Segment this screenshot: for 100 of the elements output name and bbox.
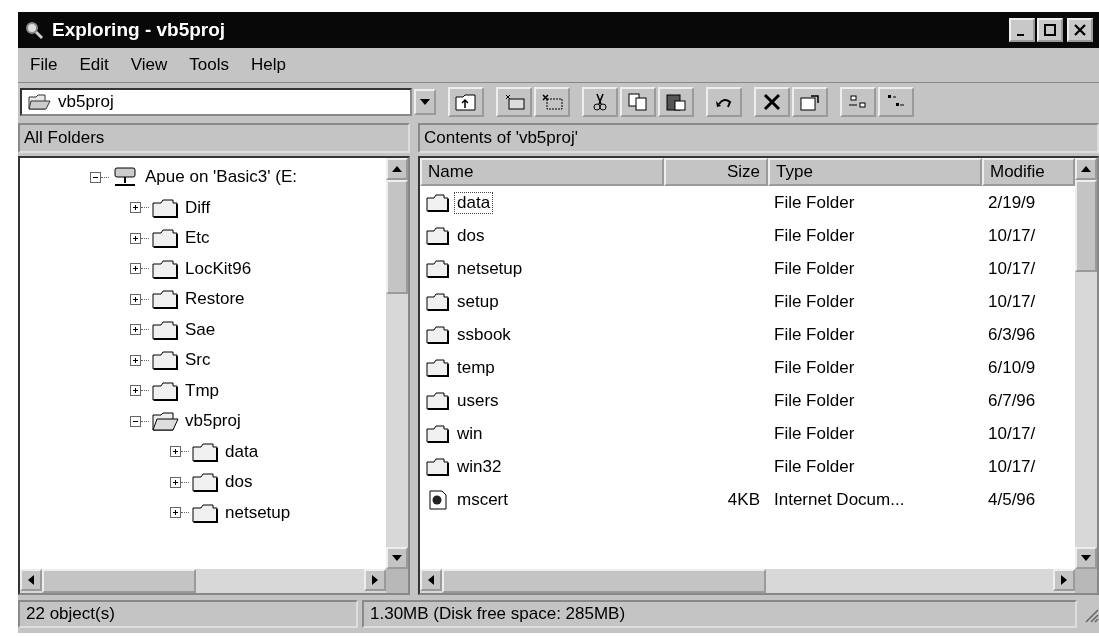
map-drive-button[interactable] — [496, 87, 532, 117]
expander-icon[interactable] — [130, 293, 141, 305]
menu-item[interactable]: File — [30, 55, 58, 75]
scroll-thumb[interactable] — [386, 180, 408, 294]
file-date: 10/17/ — [988, 225, 1036, 246]
dropdown-button[interactable] — [414, 89, 436, 115]
column-header[interactable]: Size — [664, 158, 768, 186]
close-button[interactable] — [1067, 18, 1093, 42]
expander-icon[interactable] — [130, 324, 141, 336]
menu-item[interactable]: Help — [250, 55, 286, 75]
file-name[interactable]: users — [454, 389, 502, 412]
expander-icon[interactable] — [130, 202, 141, 214]
large-icons-button[interactable] — [840, 87, 876, 117]
folder-icon — [28, 93, 52, 111]
small-icons-button[interactable] — [878, 87, 914, 117]
expander-icon[interactable] — [170, 446, 181, 458]
file-name[interactable]: win — [454, 422, 486, 445]
file-type: File Folder — [774, 291, 855, 312]
file-date: 4/5/96 — [988, 489, 1036, 510]
column-header[interactable]: Name — [420, 158, 664, 186]
scroll-down-button[interactable] — [1075, 547, 1097, 569]
scroll-left-button[interactable] — [20, 569, 42, 591]
file-name[interactable]: dos — [454, 224, 488, 247]
file-name[interactable]: win32 — [454, 455, 505, 478]
properties-button[interactable] — [792, 87, 828, 117]
folder-icon — [426, 192, 450, 213]
file-date: 6/7/96 — [988, 390, 1036, 411]
column-header[interactable]: Type — [768, 158, 982, 186]
window-title: Exploring - vb5proj — [52, 19, 226, 41]
address-combo[interactable]: vb5proj — [20, 88, 412, 116]
clipboard-icon — [666, 93, 686, 111]
expander-icon[interactable] — [130, 263, 141, 275]
scroll-down-button[interactable] — [386, 547, 408, 569]
tree-item[interactable]: dos — [225, 472, 253, 493]
scroll-right-button[interactable] — [1053, 569, 1075, 591]
file-name[interactable]: ssbook — [454, 323, 514, 346]
paste-button[interactable] — [658, 87, 694, 117]
expander-icon[interactable] — [130, 232, 141, 244]
tree-item[interactable]: Diff — [185, 197, 211, 218]
scroll-up-button[interactable] — [1075, 158, 1097, 180]
tree-item[interactable]: vb5proj — [185, 411, 241, 432]
vertical-scrollbar[interactable] — [386, 158, 408, 569]
expander-icon[interactable] — [130, 385, 141, 397]
file-name[interactable]: data — [454, 191, 494, 214]
expander-icon[interactable] — [130, 415, 141, 427]
vertical-scrollbar[interactable] — [1075, 158, 1097, 569]
left-arrow-icon — [28, 575, 34, 585]
file-name[interactable]: mscert — [454, 488, 511, 511]
horizontal-scrollbar[interactable] — [20, 569, 386, 593]
tree-item[interactable]: netsetup — [225, 502, 291, 523]
tree-item[interactable]: LocKit96 — [185, 258, 252, 279]
folder-icon — [151, 196, 179, 219]
file-type: Internet Docum... — [774, 489, 905, 510]
disconnect-drive-button[interactable] — [534, 87, 570, 117]
file-date: 6/3/96 — [988, 324, 1036, 345]
file-type: File Folder — [774, 324, 855, 345]
folder-icon — [426, 423, 450, 444]
tree-item[interactable]: Restore — [185, 289, 245, 310]
delete-icon — [762, 93, 782, 111]
tree-item[interactable]: Src — [185, 350, 211, 371]
status-panel: 1.30MB (Disk free space: 285MB) — [362, 600, 1077, 628]
folder-icon — [191, 440, 219, 463]
scroll-right-button[interactable] — [364, 569, 386, 591]
delete-button[interactable] — [754, 87, 790, 117]
scroll-left-button[interactable] — [420, 569, 442, 591]
tree-item[interactable]: data — [225, 441, 259, 462]
scroll-up-button[interactable] — [386, 158, 408, 180]
menu-item[interactable]: View — [130, 55, 168, 75]
column-header[interactable]: Modifie — [982, 158, 1075, 186]
tree-item[interactable]: Sae — [185, 319, 216, 340]
file-name[interactable]: temp — [454, 356, 498, 379]
minimize-button[interactable] — [1009, 18, 1035, 42]
scroll-thumb[interactable] — [1075, 180, 1097, 272]
scroll-thumb[interactable] — [442, 569, 766, 593]
folder-icon — [426, 225, 450, 246]
down-arrow-icon — [1081, 555, 1091, 561]
expander-icon[interactable] — [170, 507, 181, 519]
tree-item[interactable]: Apue on 'Basic3' (E: — [145, 167, 298, 188]
magnifier-icon — [24, 20, 44, 40]
scroll-thumb[interactable] — [42, 569, 196, 593]
expander-icon[interactable] — [170, 476, 181, 488]
horizontal-scrollbar[interactable] — [420, 569, 1075, 593]
menu-item[interactable]: Edit — [79, 55, 109, 75]
expander-icon[interactable] — [90, 171, 101, 183]
cut-button[interactable] — [582, 87, 618, 117]
file-name[interactable]: setup — [454, 290, 502, 313]
expander-icon[interactable] — [130, 354, 141, 366]
folder-icon — [426, 291, 450, 312]
drive-icon — [503, 93, 525, 111]
file-size: 4KB — [727, 489, 760, 510]
file-type: File Folder — [774, 456, 855, 477]
file-name[interactable]: netsetup — [454, 257, 526, 280]
undo-button[interactable] — [706, 87, 742, 117]
tree-item[interactable]: Etc — [185, 228, 210, 249]
copy-button[interactable] — [620, 87, 656, 117]
up-folder-button[interactable] — [448, 87, 484, 117]
maximize-button[interactable] — [1037, 18, 1063, 42]
menu-item[interactable]: Tools — [189, 55, 229, 75]
minimize-icon — [1017, 34, 1024, 36]
tree-item[interactable]: Tmp — [185, 380, 219, 401]
